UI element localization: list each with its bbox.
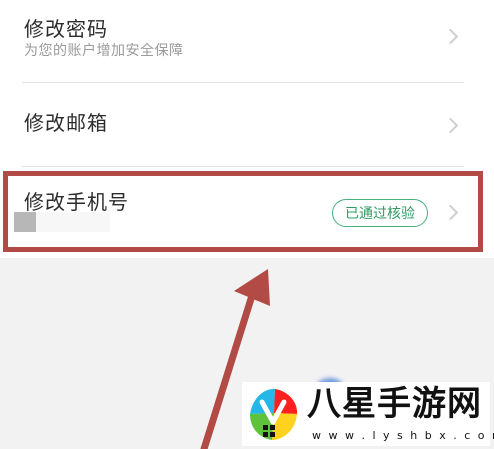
watermark-url: w w w . l y s h b x . c o m xyxy=(312,429,494,442)
watermark-logo-icon xyxy=(250,388,298,440)
watermark-title: 八星手游网 xyxy=(307,384,482,424)
